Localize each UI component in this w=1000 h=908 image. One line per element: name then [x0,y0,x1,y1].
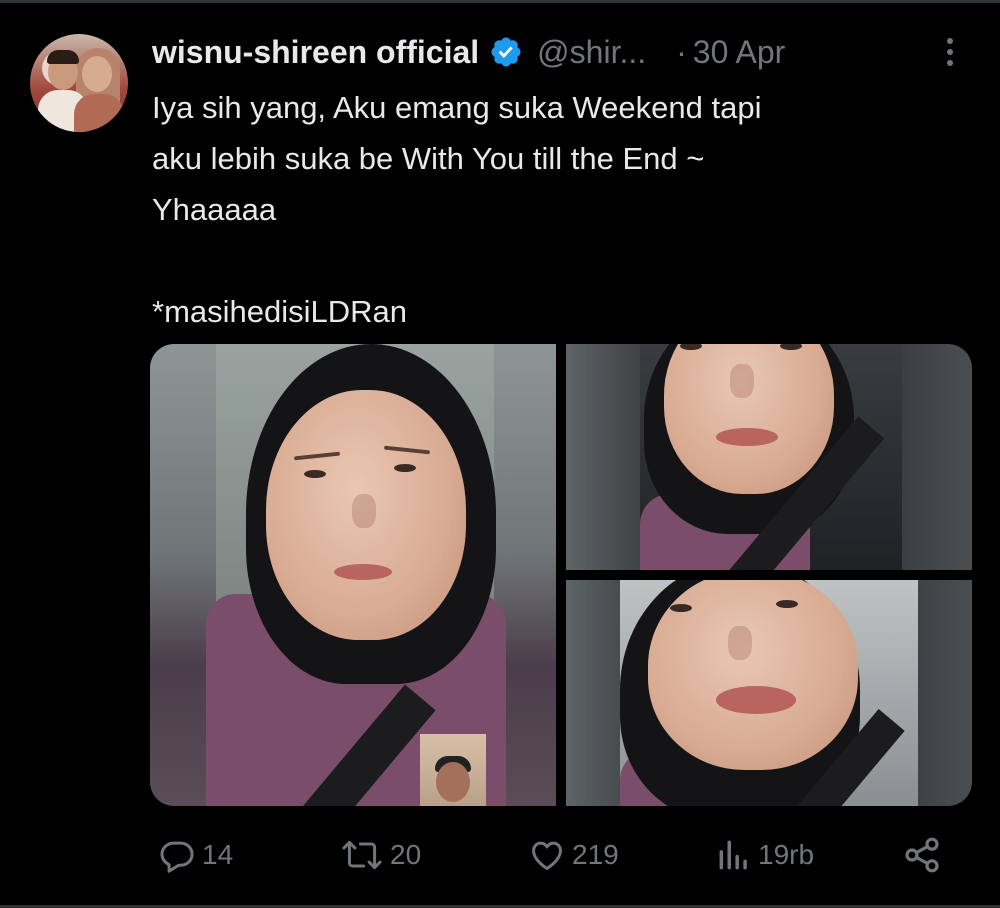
media-photo-2[interactable] [566,344,972,570]
avatar[interactable] [30,34,128,132]
tweet-text-line: *masihedisiLDRan [152,294,408,329]
share-button[interactable] [902,830,942,880]
media-photo-1[interactable] [150,344,556,806]
reply-count: 14 [202,839,234,870]
like-button[interactable]: 219 [528,830,619,880]
tweet-actions: 14 20 219 19rb [0,830,1000,880]
tweet-text-line: Yhaaaaa [152,192,277,227]
views-icon [716,836,752,874]
top-divider [0,0,1000,3]
views-count: 19rb [758,839,815,870]
separator-dot: · [676,33,687,70]
like-count: 219 [572,839,619,870]
share-icon [902,835,942,875]
tweet-header: wisnu-shireen official @shir... · 30 Apr [152,30,785,74]
verified-badge-icon [489,35,523,69]
author-display-name[interactable]: wisnu-shireen official [152,34,479,71]
tweet-text: Iya sih yang, Aku emang suka Weekend tap… [152,82,952,337]
media-photo-3[interactable] [566,580,972,806]
media-grid [150,344,972,806]
reply-button[interactable]: 14 [158,830,233,880]
views-button[interactable]: 19rb [716,830,814,880]
heart-icon [528,836,566,874]
repost-count: 20 [390,839,422,870]
video-call-pip [420,734,486,806]
tweet-text-line: aku lebih suka be With You till the End … [152,141,705,176]
author-handle[interactable]: @shir... [537,34,646,71]
reply-icon [158,836,196,874]
tweet-date[interactable]: 30 Apr [693,34,786,71]
tweet-text-line [152,235,952,286]
tweet-text-line: Iya sih yang, Aku emang suka Weekend tap… [152,90,762,125]
repost-icon [340,836,384,874]
repost-button[interactable]: 20 [340,830,421,880]
more-options-icon[interactable] [938,34,962,74]
